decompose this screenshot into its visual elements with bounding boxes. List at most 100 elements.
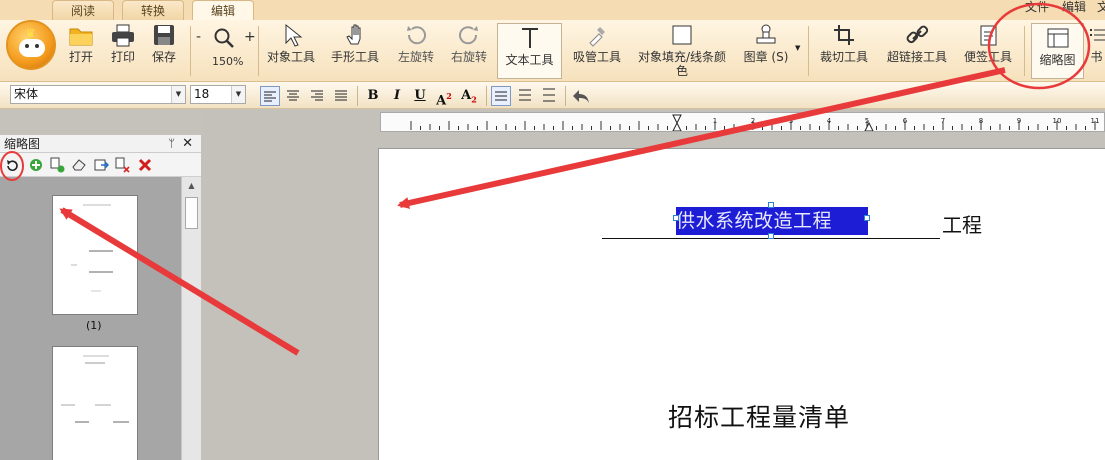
thumbnail-scrollbar[interactable]: ▲ [181, 177, 201, 460]
text-tool-button[interactable]: 文本工具 [497, 23, 562, 79]
stamp-dropdown-arrow-icon[interactable]: ▼ [795, 44, 800, 52]
object-tool-button[interactable]: 对象工具 [264, 22, 318, 64]
pin-icon[interactable]: ᛘ [168, 135, 175, 153]
format-toolbar: 宋体 ▼ 18 ▼ B I U A2 A2 [0, 82, 1105, 109]
subscript-button[interactable]: A2 [459, 86, 479, 106]
thumbnail-page-1[interactable] [52, 195, 138, 315]
insert-page-icon[interactable] [49, 157, 65, 173]
chevron-down-icon[interactable]: ▼ [171, 86, 185, 103]
undo-arrow-icon[interactable] [570, 86, 592, 106]
line-spacing-icon [495, 91, 507, 101]
hand-tool-button[interactable]: 手形工具 [328, 22, 382, 64]
line-spacing-single-button[interactable] [491, 86, 511, 106]
print-button[interactable]: 打印 [106, 22, 140, 64]
tab-convert[interactable]: 转换 [122, 0, 184, 20]
selection-handle[interactable] [864, 215, 870, 221]
mascot-eye-left [25, 44, 29, 48]
align-justify-button[interactable] [331, 86, 351, 106]
align-left-icon [264, 91, 276, 102]
fill-line-label: 对象填充/线条颜色 [637, 50, 727, 78]
document-title: 招标工程量清单 [668, 403, 851, 432]
app-logo-icon[interactable]: ♛ [6, 20, 56, 70]
menu-more[interactable]: 文 [1097, 0, 1105, 14]
superscript-mark: 2 [446, 91, 452, 101]
delete-page-icon[interactable] [137, 157, 153, 173]
ruler-label: 2 [751, 117, 755, 125]
selection-handle[interactable] [768, 233, 774, 239]
zoom-out-button[interactable]: - [196, 29, 201, 45]
replace-page-icon[interactable] [114, 157, 130, 173]
eyedropper-icon [589, 27, 605, 47]
cursor-arrow-icon [285, 23, 303, 47]
align-right-button[interactable] [307, 86, 327, 106]
rotate-right-button[interactable]: 右旋转 [446, 22, 492, 64]
line-spacing-icon [543, 88, 555, 102]
ruler-label: 10 [1053, 117, 1062, 125]
eraser-page-icon[interactable] [71, 157, 87, 173]
menu-file[interactable]: 文件 [1025, 0, 1049, 14]
ruler-label: 8 [979, 117, 983, 125]
zoom-in-button[interactable]: + [244, 29, 256, 45]
note-tool-button[interactable]: 便签工具 [960, 22, 1016, 64]
hyperlink-tool-button[interactable]: 超链接工具 [882, 22, 952, 64]
color-square-icon [672, 25, 692, 45]
zoom-level[interactable]: 150% [212, 55, 243, 68]
close-icon[interactable]: ✕ [182, 135, 193, 153]
save-label: 保存 [151, 50, 176, 64]
selected-text-box[interactable]: 供水系统改造工程 [676, 207, 868, 235]
page-preview [71, 204, 113, 292]
chevron-down-icon[interactable]: ▼ [231, 86, 245, 103]
thumbnail-panel: 缩略图 ᛘ ✕ (1) ▲ [0, 135, 201, 460]
selection-handle[interactable] [768, 202, 774, 208]
fill-line-color-button[interactable]: 对象填充/线条颜色 [634, 22, 730, 78]
indent-marker[interactable] [672, 121, 682, 131]
magnifier-icon[interactable] [213, 27, 235, 49]
bold-button[interactable]: B [363, 86, 383, 106]
folder-icon [69, 28, 93, 46]
rotate-left-label: 左旋转 [397, 50, 434, 64]
stamp-button[interactable]: 图章 (S) [740, 22, 792, 64]
export-page-icon[interactable] [93, 157, 109, 173]
ruler-label: 4 [827, 117, 832, 125]
thumbnail-view-button[interactable]: 缩略图 [1031, 23, 1084, 79]
line-spacing-medium-button[interactable] [515, 86, 535, 106]
indent-marker[interactable] [672, 114, 682, 125]
tab-read[interactable]: 阅读 [52, 0, 114, 20]
save-button[interactable]: 保存 [147, 22, 181, 64]
scroll-up-icon[interactable]: ▲ [182, 179, 201, 193]
add-page-icon[interactable] [28, 157, 44, 173]
font-size-select[interactable]: 18 ▼ [190, 85, 246, 104]
italic-button[interactable]: I [387, 86, 407, 106]
selection-handle[interactable] [673, 215, 679, 221]
line-spacing-wide-button[interactable] [539, 86, 559, 106]
ruler-label: 1 [713, 117, 717, 125]
crop-tool-button[interactable]: 裁切工具 [816, 22, 872, 64]
eyedropper-button[interactable]: 吸管工具 [569, 22, 625, 64]
open-button[interactable]: 打开 [64, 22, 98, 64]
align-left-button[interactable] [260, 86, 280, 106]
rotate-page-icon[interactable] [4, 157, 20, 173]
font-name-select[interactable]: 宋体 ▼ [10, 85, 186, 104]
rotate-right-label: 右旋转 [450, 50, 487, 64]
thumbnail-list: (1) [0, 177, 181, 460]
ruler-label: 6 [903, 117, 908, 125]
thumbnail-page-2[interactable] [52, 346, 138, 460]
horizontal-ruler[interactable]: 1 2 3 4 5 6 7 8 9 10 11 [380, 112, 1105, 132]
scrollbar-thumb[interactable] [185, 197, 198, 229]
hand-icon [346, 24, 361, 45]
superscript-button[interactable]: A2 [434, 86, 454, 109]
floppy-disk-icon [154, 25, 174, 45]
menu-edit[interactable]: 编辑 [1062, 0, 1086, 14]
underline-button[interactable]: U [410, 86, 430, 106]
tab-edit[interactable]: 编辑 [192, 0, 254, 20]
bookmark-label: 书 [1090, 50, 1103, 64]
align-center-button[interactable] [283, 86, 303, 106]
font-name-value: 宋体 [14, 87, 39, 101]
hand-tool-label: 手形工具 [330, 50, 379, 64]
bookmark-button[interactable]: 书 [1088, 22, 1105, 64]
rotate-left-button[interactable]: 左旋转 [393, 22, 439, 64]
superscript-base: A [436, 93, 447, 109]
subscript-base: A [461, 88, 472, 103]
ribbon-separator [808, 26, 809, 76]
ribbon-separator [1024, 26, 1025, 76]
